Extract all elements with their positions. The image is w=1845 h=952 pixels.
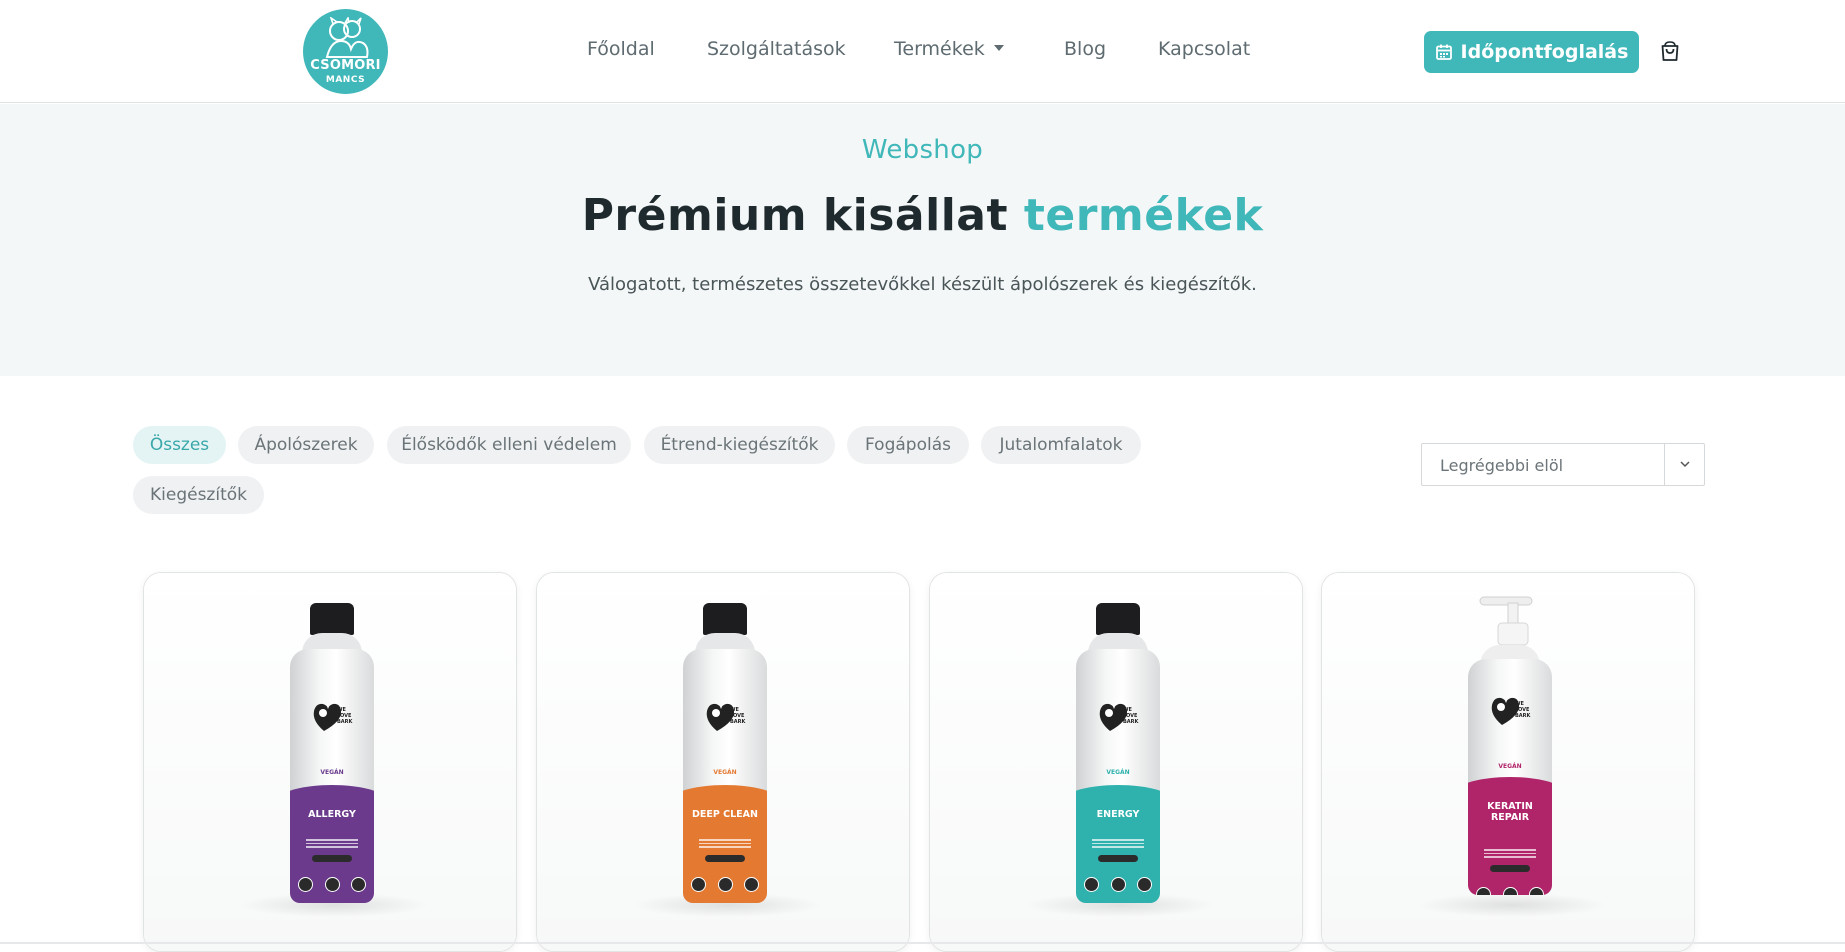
site-logo[interactable]: CSÖMÖRI MANCS: [303, 9, 388, 94]
logo-subtitle: MANCS: [325, 75, 366, 85]
site-header: CSÖMÖRI MANCS Főoldal Szolgáltatások Ter…: [0, 0, 1845, 103]
product-name-line1: ENERGY: [1096, 809, 1140, 820]
product-vegan-label: VEGÁN: [713, 769, 737, 776]
booking-button[interactable]: Időpontfoglalás: [1424, 31, 1639, 73]
product-description-lines: [699, 839, 751, 851]
product-feature-icons: [691, 877, 759, 893]
product-tag: [1490, 865, 1530, 872]
product-vegan-label: VEGÁN: [320, 769, 344, 776]
svg-text:BARK: BARK: [730, 719, 747, 725]
hero-section: Webshop Prémium kisállat termékek Váloga…: [0, 104, 1845, 376]
bottle-body: WE LOVE BARK VEGÁN ALLERGY: [290, 649, 374, 903]
filter-chip-treats[interactable]: Jutalomfalatok: [981, 426, 1141, 464]
product-description-lines: [1092, 839, 1144, 851]
product-name-line1: DEEP CLEAN: [692, 809, 758, 820]
svg-text:BARK: BARK: [337, 719, 354, 725]
bottle-body: WE LOVE BARK VEGÁN ENERGY: [1076, 649, 1160, 903]
brand-heart-dog-icon: WE LOVE BARK: [706, 703, 747, 731]
brand-heart-dog-icon: WE LOVE BARK: [1491, 697, 1532, 725]
booking-button-label: Időpontfoglalás: [1460, 41, 1629, 63]
nav-item-products[interactable]: Termékek: [894, 38, 1004, 60]
filter-chip-supplements[interactable]: Étrend-kiegészítők: [644, 426, 835, 464]
product-image: WE LOVE BARK VEGÁN DEEP CLEAN: [683, 603, 767, 903]
product-name: KERATIN REPAIR: [1468, 801, 1552, 823]
caret-down-icon: [993, 44, 1004, 51]
product-tag: [705, 855, 745, 862]
product-image: WE LOVE BARK VEGÁN KERATIN REPAIR: [1468, 595, 1552, 895]
nav-item-contact[interactable]: Kapcsolat: [1158, 38, 1250, 60]
filter-chip-grooming[interactable]: Ápolószerek: [238, 426, 374, 464]
product-image: WE LOVE BARK VEGÁN ALLERGY: [290, 603, 374, 903]
filter-chip-accessories[interactable]: Kiegészítők: [133, 476, 264, 514]
filter-chip-parasite-protection[interactable]: Élősködők elleni védelem: [387, 426, 631, 464]
bottle-body: WE LOVE BARK VEGÁN KERATIN REPAIR: [1468, 659, 1552, 895]
product-card[interactable]: WE LOVE BARK VEGÁN ENERGY: [929, 572, 1303, 952]
calendar-icon: [1435, 44, 1452, 60]
product-feature-icons: [1084, 877, 1152, 893]
product-shadow: [1417, 893, 1607, 917]
product-card[interactable]: WE LOVE BARK VEGÁN KERATIN REPAIR: [1321, 572, 1695, 952]
product-image: WE LOVE BARK VEGÁN ENERGY: [1076, 603, 1160, 903]
product-tag: [1098, 855, 1138, 862]
product-card[interactable]: WE LOVE BARK VEGÁN ALLERGY: [143, 572, 517, 952]
sort-select-value: Legrégebbi elöl: [1440, 456, 1564, 475]
nav-item-home[interactable]: Főoldal: [587, 38, 655, 60]
product-feature-icons: [1476, 887, 1544, 895]
product-vegan-label: VEGÁN: [1106, 769, 1130, 776]
chevron-down-icon: [1680, 461, 1690, 468]
bottle-body: WE LOVE BARK VEGÁN DEEP CLEAN: [683, 649, 767, 903]
nav-item-blog[interactable]: Blog: [1064, 38, 1106, 60]
page-title-main: Prémium kisállat: [581, 190, 1009, 241]
product-tag: [312, 855, 352, 862]
filter-chip-all[interactable]: Összes: [133, 426, 226, 464]
product-description-lines: [306, 839, 358, 851]
bottle-cap: [1096, 603, 1140, 635]
product-name-line1: KERATIN: [1487, 801, 1533, 812]
sort-divider: [1664, 444, 1665, 485]
product-feature-icons: [298, 877, 366, 893]
brand-heart-dog-icon: WE LOVE BARK: [313, 703, 354, 731]
page-title: Prémium kisállat termékek: [0, 190, 1845, 241]
nav-item-services[interactable]: Szolgáltatások: [707, 38, 846, 60]
sort-select[interactable]: Legrégebbi elöl: [1421, 443, 1705, 486]
product-name-line1: ALLERGY: [308, 809, 356, 820]
logo-name: CSÖMÖRI: [310, 58, 381, 73]
filter-chip-dental-care[interactable]: Fogápolás: [847, 426, 969, 464]
nav-item-products-label: Termékek: [894, 38, 985, 60]
pets-logo-icon: [325, 17, 369, 58]
svg-text:BARK: BARK: [1515, 713, 1532, 719]
hero-kicker: Webshop: [861, 135, 984, 165]
brand-heart-dog-icon: WE LOVE BARK: [1099, 703, 1140, 731]
product-name: DEEP CLEAN: [683, 809, 767, 820]
svg-text:BARK: BARK: [1123, 719, 1140, 725]
product-name-line2: REPAIR: [1490, 812, 1530, 823]
product-vegan-label: VEGÁN: [1498, 763, 1522, 770]
product-name: ENERGY: [1076, 809, 1160, 820]
product-card[interactable]: WE LOVE BARK VEGÁN DEEP CLEAN: [536, 572, 910, 952]
bottle-cap: [703, 603, 747, 635]
hero-subtitle: Válogatott, természetes összetevőkkel ké…: [588, 274, 1257, 295]
page-title-accent: termékek: [1023, 190, 1264, 241]
shopping-bag-icon[interactable]: [1659, 40, 1681, 62]
product-description-lines: [1484, 849, 1536, 861]
product-name: ALLERGY: [290, 809, 374, 820]
bottle-cap: [310, 603, 354, 635]
